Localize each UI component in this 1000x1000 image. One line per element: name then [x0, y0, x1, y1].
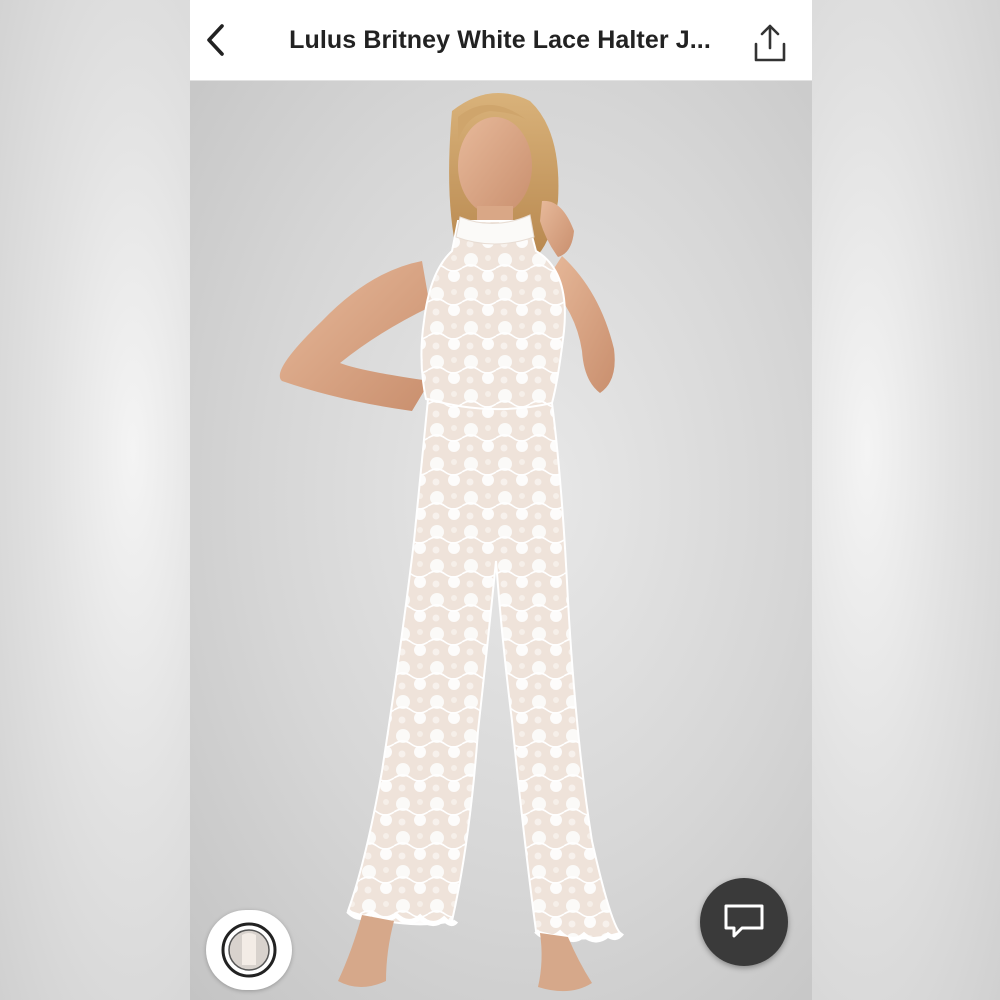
- navigation-bar: Lulus Britney White Lace Halter J...: [190, 0, 812, 81]
- page-title: Lulus Britney White Lace Halter J...: [289, 26, 711, 54]
- product-photo[interactable]: [190, 81, 812, 1000]
- jumpsuit-trousers-shape: [346, 397, 622, 940]
- image-thumbnail-button[interactable]: [206, 910, 292, 990]
- right-blurred-backdrop: [810, 0, 1000, 1000]
- face-shape: [458, 117, 532, 215]
- left-shoe-shape: [338, 915, 394, 987]
- left-blurred-backdrop: [0, 0, 190, 1000]
- chevron-left-icon[interactable]: [202, 22, 232, 58]
- image-thumbnail-icon: [221, 922, 277, 978]
- phone-screen: Lulus Britney White Lace Halter J...: [190, 0, 812, 1000]
- jumpsuit-bodice-shape: [420, 220, 566, 415]
- share-upload-icon[interactable]: [750, 22, 790, 64]
- left-arm-shape: [279, 261, 430, 411]
- chat-bubble-icon: [724, 904, 764, 938]
- right-shoe-shape: [538, 933, 592, 992]
- chat-button[interactable]: [700, 878, 788, 966]
